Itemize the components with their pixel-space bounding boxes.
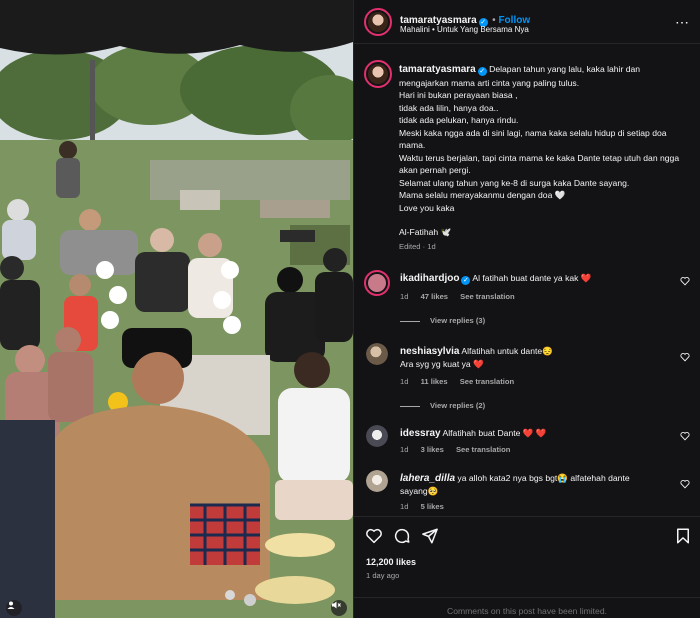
caption-line: Love you kaka — [399, 202, 455, 213]
comments-limited-notice: Comments on this post have been limited. — [354, 597, 700, 618]
caption-line: tidak ada pelukan, hanya rindu. — [399, 115, 519, 125]
comments-area: tamaratyasmara ✓ Delapan tahun yang lalu,… — [354, 46, 700, 516]
post-side-panel: tamaratyasmara ✓ • Follow Mahalini • Untu… — [353, 0, 700, 618]
comment-likes[interactable]: 3 likes — [421, 445, 444, 454]
caption-username[interactable]: tamaratyasmara — [399, 64, 476, 75]
comment-time[interactable]: 1d — [400, 292, 408, 301]
post-header: tamaratyasmara ✓ • Follow Mahalini • Untu… — [354, 0, 700, 44]
comment-meta: 1d 11 likes See translation — [400, 377, 524, 386]
comment-body: Al fatihah buat dante ya kak ❤️ — [472, 273, 592, 283]
comment-time[interactable]: 1d — [400, 502, 408, 511]
heart-icon[interactable] — [680, 431, 690, 441]
view-replies-button[interactable]: View replies (3) — [400, 316, 485, 325]
comment-item: idessray Alfatihah buat Dante ❤️ ❤️ 1d 3… — [354, 425, 700, 465]
caption-line: Hari ini bukan perayaan biasa , — [399, 90, 518, 100]
comment-body: Ara syg yg kuat ya ❤️ — [400, 359, 484, 369]
comment-username[interactable]: ikadihardjoo — [400, 273, 459, 284]
mute-icon[interactable] — [331, 600, 347, 616]
caption-line: Meski kaka ngga ada di sini lagi, nama k… — [399, 127, 667, 151]
comment-item: neshiasylvia Alfatihah untuk dante😔 Ara … — [354, 343, 700, 413]
share-icon[interactable] — [421, 527, 439, 545]
comment-username[interactable]: lahera_dilla — [400, 473, 455, 484]
heart-icon[interactable] — [680, 276, 690, 286]
see-translation-link[interactable]: See translation — [456, 445, 510, 454]
heart-icon[interactable] — [680, 479, 690, 489]
comment-likes[interactable]: 47 likes — [421, 292, 448, 301]
verified-icon: ✓ — [477, 67, 487, 76]
caption-line: Waktu terus berjalan, tapi cinta mama ke… — [399, 152, 680, 176]
post-time: 1 day ago — [366, 571, 400, 580]
more-options-icon[interactable]: ⋯ — [675, 14, 690, 31]
comment-text: lahera_dilla ya alloh kata2 nya bgs bgt😭… — [400, 472, 630, 498]
comment-item: lahera_dilla ya alloh kata2 nya bgs bgt😭… — [354, 470, 700, 516]
see-translation-link[interactable]: See translation — [460, 377, 514, 386]
comment-time[interactable]: 1d — [400, 445, 408, 454]
commenter-avatar[interactable] — [366, 470, 388, 492]
comment-text: idessray Alfatihah buat Dante ❤️ ❤️ — [400, 427, 670, 440]
see-translation-link[interactable]: See translation — [460, 292, 514, 301]
caption-closing: Al-Fatihah 🕊️ — [399, 227, 452, 237]
comment-meta: 1d 47 likes See translation — [400, 292, 525, 301]
comment-time[interactable]: 1d — [400, 377, 408, 386]
post-photo[interactable] — [0, 0, 353, 618]
commenter-avatar[interactable] — [366, 425, 388, 447]
comment-item: ikadihardjoo ✓ Al fatihah buat dante ya k… — [354, 270, 700, 340]
view-replies-button[interactable]: View replies (2) — [400, 401, 485, 410]
comment-meta: 1d 3 likes See translation — [400, 445, 520, 454]
commenter-avatar[interactable] — [364, 270, 390, 296]
commenter-avatar[interactable] — [366, 343, 388, 365]
heart-icon[interactable] — [365, 527, 383, 545]
likes-count[interactable]: 12,200 likes — [366, 557, 416, 567]
caption-line: Selamat ulang tahun yang ke-8 di surga k… — [399, 177, 630, 188]
user-tag-icon[interactable] — [6, 600, 22, 616]
caption-line: Mama selalu merayakanmu dengan doa 🤍 — [399, 190, 566, 200]
verified-icon: ✓ — [461, 276, 471, 285]
author-avatar[interactable] — [364, 8, 392, 36]
comment-username[interactable]: neshiasylvia — [400, 346, 459, 357]
caption-edited: Edited · 1d — [399, 241, 436, 251]
heart-icon[interactable] — [680, 352, 690, 362]
comment-likes[interactable]: 11 likes — [421, 377, 448, 386]
comment-likes[interactable]: 5 likes — [421, 502, 444, 511]
comment-text: ikadihardjoo ✓ Al fatihah buat dante ya k… — [400, 272, 670, 285]
comment-body: Alfatihah buat Dante ❤️ ❤️ — [442, 428, 547, 438]
comment-meta: 1d 5 likes — [400, 502, 454, 511]
comment-text: neshiasylvia Alfatihah untuk dante😔 Ara … — [400, 345, 670, 371]
audio-label[interactable]: Mahalini • Untuk Yang Bersama Nya — [400, 25, 529, 34]
comment-username[interactable]: idessray — [400, 428, 441, 439]
bookmark-icon[interactable] — [674, 527, 692, 545]
caption-line: tidak ada lilin, hanya doa.. — [399, 102, 499, 113]
comment-body: Alfatihah untuk dante😔 — [461, 346, 553, 356]
caption: tamaratyasmara ✓ Delapan tahun yang lalu,… — [399, 63, 689, 253]
comment-icon[interactable] — [393, 527, 411, 545]
post-actions: 12,200 likes 1 day ago Comments on this … — [354, 516, 700, 618]
cemetery-photo — [0, 0, 353, 618]
caption-avatar[interactable] — [364, 60, 392, 88]
